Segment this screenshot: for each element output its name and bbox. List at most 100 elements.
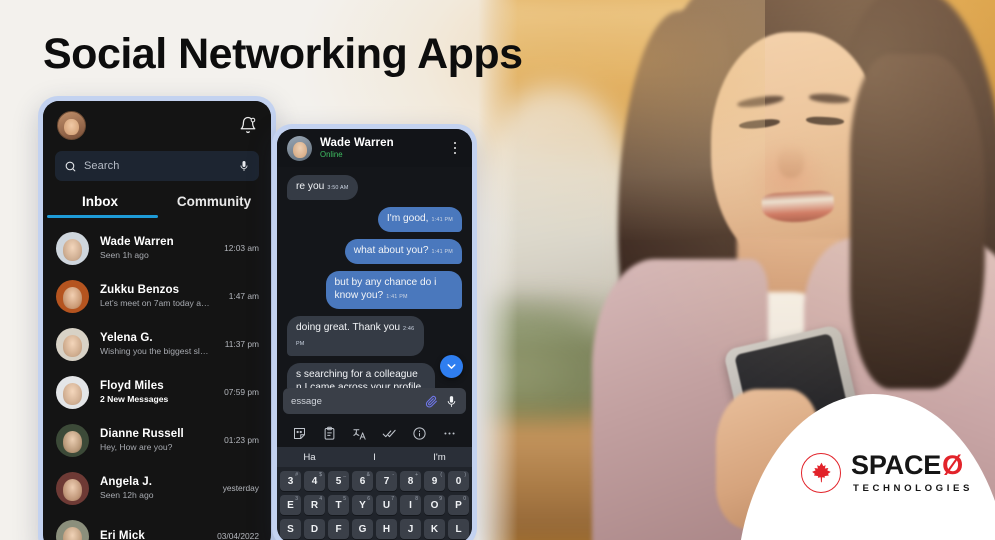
- keyboard-key[interactable]: -7: [376, 471, 397, 491]
- keyboard-key[interactable]: S: [280, 519, 301, 539]
- keyboard-key[interactable]: +8: [400, 471, 421, 491]
- keyboard-key[interactable]: & 6: [352, 471, 373, 491]
- key-label: P: [455, 499, 462, 511]
- chat-list-item[interactable]: Floyd Miles 2 New Messages 07:59 pm: [43, 368, 271, 416]
- key-label: D: [310, 523, 319, 535]
- key-alt-label: &: [366, 472, 370, 478]
- avatar: [56, 471, 89, 505]
- key-label: T: [335, 499, 342, 511]
- keyboard-key[interactable]: $4: [304, 471, 325, 491]
- keyboard-key[interactable]: F: [328, 519, 349, 539]
- chevron-down-icon[interactable]: [440, 355, 463, 378]
- keyboard-key[interactable]: G: [352, 519, 373, 539]
- chat-name: Floyd Miles: [100, 379, 164, 392]
- message-row: doing great. Thank you 2:46 PM: [287, 316, 462, 363]
- keyboard-key[interactable]: 3E: [280, 495, 301, 515]
- on-screen-keyboard: #3 $4 _ 5 & 6-7 +8(9) 0 3E4R5T6Y7U8I9O0P SDFGHJ…: [277, 467, 472, 540]
- chat-name: Zukku Benzos: [100, 283, 180, 296]
- contact-name: Wade Warren: [320, 137, 394, 149]
- inbox-header: [43, 101, 271, 149]
- message-row: s searching for a colleague n I came acro…: [287, 363, 462, 388]
- keyboard-key[interactable]: ) 0: [448, 471, 469, 491]
- keyboard-key[interactable]: _ 5: [328, 471, 349, 491]
- chat-list-item[interactable]: Dianne Russell Hey, How are you? 01:23 pm: [43, 416, 271, 464]
- avatar: [56, 279, 89, 313]
- key-alt-label: 3: [295, 496, 298, 502]
- keyboard-key[interactable]: D: [304, 519, 325, 539]
- sticker-icon[interactable]: [292, 426, 307, 441]
- message-bubble-received[interactable]: re you 3:50 AM: [287, 175, 358, 200]
- keyboard-suggestion[interactable]: Ha: [277, 452, 342, 463]
- key-alt-label: $: [319, 472, 322, 478]
- key-alt-label: (: [440, 472, 442, 478]
- message-bubble-sent[interactable]: what about you? 1:41 PM: [344, 239, 462, 264]
- message-bubble-received[interactable]: s searching for a colleague n I came acro…: [287, 363, 436, 388]
- keyboard-key[interactable]: 0P: [448, 495, 469, 515]
- tab-active-underline: [47, 215, 158, 218]
- keyboard-key[interactable]: 8I: [400, 495, 421, 515]
- message-input[interactable]: essage: [283, 388, 466, 414]
- avatar[interactable]: [287, 135, 312, 161]
- key-label: 7: [383, 475, 390, 487]
- search-input[interactable]: Search: [55, 151, 259, 181]
- message-bubble-sent[interactable]: I'm good, 1:41 PM: [377, 207, 462, 232]
- conversation-header: Wade Warren Online: [277, 129, 472, 167]
- message-bubble-sent[interactable]: but by any chance do i know you? 1:41 PM: [325, 271, 462, 309]
- double-check-icon[interactable]: [382, 426, 397, 441]
- phone-mockup-conversation: Wade Warren Online re you 3:50 AM I'm good…: [272, 124, 477, 540]
- message-timestamp: 1:41 PM: [431, 217, 453, 223]
- avatar: [56, 519, 89, 540]
- tab-community[interactable]: Community: [157, 194, 271, 218]
- info-icon[interactable]: [412, 426, 427, 441]
- keyboard-key[interactable]: 6Y: [352, 495, 373, 515]
- chat-list-item[interactable]: Zukku Benzos Let's meet on 7am today and.…: [43, 272, 271, 320]
- key-label: 3: [287, 475, 294, 487]
- keyboard-key[interactable]: J: [400, 519, 421, 539]
- poster-canvas: Social Networking Apps Search Inbox Comm…: [0, 0, 995, 540]
- keyboard-letter-row: 3E4R5T6Y7U8I9O0P: [280, 495, 469, 515]
- message-text: s searching for a colleague: [296, 369, 418, 380]
- page-title: Social Networking Apps: [43, 30, 523, 78]
- message-thread[interactable]: re you 3:50 AM I'm good, 1:41 PM what about …: [277, 167, 472, 388]
- keyboard-key[interactable]: #3: [280, 471, 301, 491]
- keyboard-suggestion[interactable]: I'm: [407, 452, 472, 463]
- avatar[interactable]: [57, 110, 86, 140]
- key-label: H: [382, 523, 391, 535]
- chat-preview: Hey, How are you?: [100, 442, 173, 453]
- key-label: R: [310, 499, 319, 511]
- keyboard-key[interactable]: H: [376, 519, 397, 539]
- chat-list-item[interactable]: Wade Warren Seen 1h ago 12:03 am: [43, 224, 271, 272]
- key-label: S: [287, 523, 294, 535]
- avatar: [56, 423, 89, 457]
- message-row: re you 3:50 AM: [287, 175, 462, 207]
- clipboard-icon[interactable]: [322, 426, 337, 441]
- keyboard-key[interactable]: 4R: [304, 495, 325, 515]
- keyboard-suggestion[interactable]: I: [342, 452, 407, 463]
- chat-list-item[interactable]: Angela J. Seen 12h ago yesterday: [43, 464, 271, 512]
- tab-inbox[interactable]: Inbox: [43, 194, 157, 218]
- keyboard-key[interactable]: 9O: [424, 495, 445, 515]
- chat-timestamp: 01:23 pm: [224, 435, 259, 445]
- more-horizontal-icon[interactable]: [442, 426, 457, 441]
- keyboard-key[interactable]: 5T: [328, 495, 349, 515]
- message-row: I'm good, 1:41 PM: [287, 207, 462, 239]
- key-alt-label: ): [464, 472, 466, 478]
- more-vertical-icon[interactable]: [448, 139, 462, 157]
- keyboard-key[interactable]: (9: [424, 471, 445, 491]
- chat-timestamp: yesterday: [222, 483, 259, 493]
- translate-icon[interactable]: [352, 426, 367, 441]
- keyboard-key[interactable]: 7U: [376, 495, 397, 515]
- search-icon: [65, 161, 76, 171]
- keyboard-key[interactable]: K: [424, 519, 445, 539]
- chat-name: Eri Mick: [100, 530, 145, 540]
- message-timestamp: 1:41 PM: [431, 249, 453, 255]
- chat-list-item[interactable]: Eri Mick 03/04/2022: [43, 512, 271, 540]
- key-label: O: [430, 499, 439, 511]
- key-label: K: [430, 523, 439, 535]
- message-bubble-received[interactable]: doing great. Thank you 2:46 PM: [287, 316, 424, 356]
- keyboard-key[interactable]: L: [448, 519, 469, 539]
- key-label: Y: [359, 499, 366, 511]
- key-alt-label: #: [295, 472, 298, 478]
- bell-notification-icon[interactable]: [239, 116, 257, 134]
- chat-list-item[interactable]: Yelena G. Wishing you the biggest slic...…: [43, 320, 271, 368]
